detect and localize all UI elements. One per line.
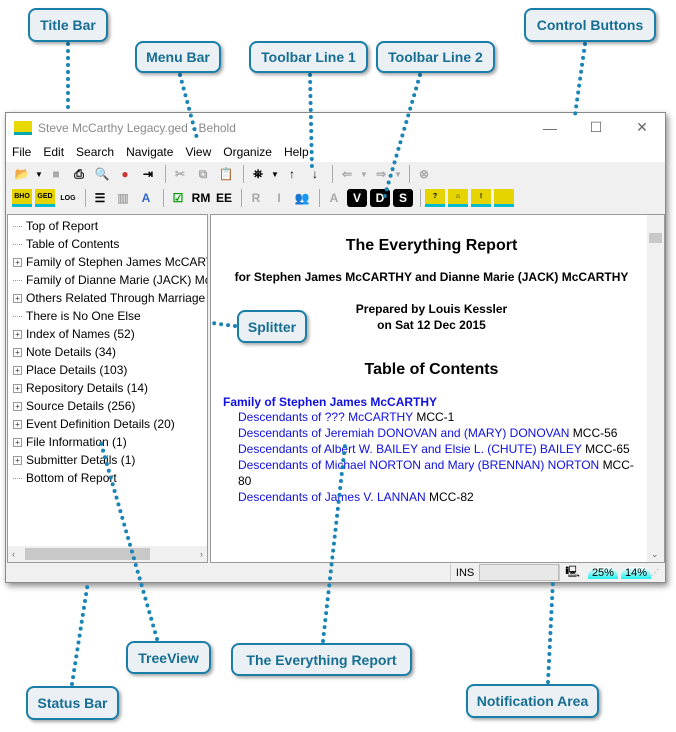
leader-status-bar — [70, 580, 90, 686]
leader-notification — [546, 578, 555, 684]
callout-control-buttons: Control Buttons — [524, 8, 656, 42]
leader-control-buttons — [573, 42, 587, 117]
callout-status-bar: Status Bar — [26, 686, 119, 720]
leader-toolbar2 — [381, 73, 422, 204]
leader-toolbar1 — [308, 73, 314, 172]
callout-leaders — [66, 42, 587, 686]
callout-menu-bar: Menu Bar — [135, 41, 221, 73]
leader-treeview — [98, 438, 159, 641]
callout-splitter: Splitter — [237, 310, 307, 343]
leader-splitter — [210, 321, 237, 328]
leader-report — [321, 443, 347, 643]
callout-toolbar1: Toolbar Line 1 — [249, 41, 368, 73]
callout-everything-report: The Everything Report — [231, 643, 412, 676]
callout-notification-area: Notification Area — [466, 684, 599, 718]
callout-treeview: TreeView — [126, 641, 211, 674]
callout-title-bar: Title Bar — [28, 8, 108, 42]
leader-menu-bar — [178, 73, 200, 144]
callout-toolbar2: Toolbar Line 2 — [376, 41, 495, 73]
